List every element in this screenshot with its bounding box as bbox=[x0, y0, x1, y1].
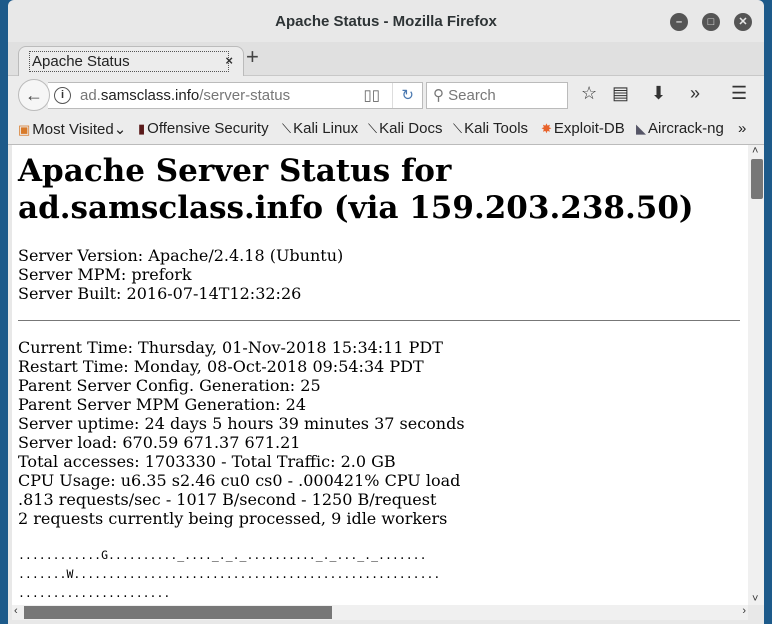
current-time: Current Time: Thursday, 01-Nov-2018 15:3… bbox=[18, 338, 443, 357]
scoreboard-line: ...................... bbox=[18, 586, 171, 600]
title-bar: Apache Status - Mozilla Firefox – □ ✕ bbox=[8, 0, 764, 42]
kali-icon: ⟍ bbox=[282, 121, 292, 136]
folder-icon: ▣ bbox=[18, 122, 31, 137]
search-icon: ⚲ bbox=[433, 87, 444, 104]
total-accesses: Total accesses: 1703330 - Total Traffic:… bbox=[18, 452, 396, 471]
horizontal-scroll-thumb[interactable] bbox=[24, 606, 332, 619]
bookmarks-toolbar: ▣ Most Visited⌄ ▮ Offensive Security ⟍ Kali… bbox=[8, 113, 764, 145]
window-title: Apache Status - Mozilla Firefox bbox=[275, 13, 497, 30]
bookmark-label: Aircrack-ng bbox=[648, 120, 724, 137]
kali-icon: ⟍ bbox=[453, 121, 463, 136]
scoreboard: ............G.........._...._._._.......… bbox=[18, 546, 742, 603]
overflow-icon[interactable]: » bbox=[690, 83, 700, 104]
navigation-bar: i ad.samsclass.info/server-status ▯▯ ↻ ←… bbox=[8, 76, 764, 113]
scroll-down-icon[interactable]: ˅ bbox=[752, 593, 758, 605]
server-uptime: Server uptime: 24 days 5 hours 39 minute… bbox=[18, 414, 465, 433]
bookmark-most-visited[interactable]: ▣ Most Visited⌄ bbox=[18, 120, 126, 138]
scroll-up-icon[interactable]: ˄ bbox=[752, 145, 758, 157]
tab-apache-status[interactable]: Apache Status × bbox=[18, 46, 244, 76]
server-version: Server Version: Apache/2.4.18 (Ubuntu) bbox=[18, 246, 344, 265]
reader-view-icon[interactable]: ▯▯ bbox=[363, 83, 380, 108]
url-bar[interactable]: i ad.samsclass.info/server-status ▯▯ ↻ bbox=[48, 82, 423, 109]
tab-label: Apache Status bbox=[29, 51, 229, 72]
download-icon[interactable]: ⬇ bbox=[651, 83, 666, 104]
search-input[interactable]: ⚲ Search bbox=[426, 82, 568, 109]
bookmarks-overflow-icon[interactable]: » bbox=[738, 120, 746, 137]
minimize-button[interactable]: – bbox=[670, 13, 688, 31]
maximize-button[interactable]: □ bbox=[702, 13, 720, 31]
bookmark-star-icon[interactable]: ☆ bbox=[581, 83, 597, 104]
server-info: Server Version: Apache/2.4.18 (Ubuntu) S… bbox=[18, 246, 742, 303]
url-prefix: ad. bbox=[80, 87, 101, 104]
kali-icon: ⟍ bbox=[368, 121, 378, 136]
info-icon[interactable]: i bbox=[54, 87, 71, 104]
new-tab-button[interactable]: + bbox=[246, 44, 259, 70]
exploitdb-icon: ✸ bbox=[541, 121, 552, 136]
vertical-scroll-thumb[interactable] bbox=[751, 159, 763, 199]
page-heading: Apache Server Status for ad.samsclass.in… bbox=[18, 153, 694, 226]
server-load: Server load: 670.59 671.37 671.21 bbox=[18, 433, 301, 452]
url-domain: samsclass.info bbox=[100, 87, 200, 104]
aircrack-icon: ◣ bbox=[636, 121, 646, 136]
vertical-scrollbar[interactable]: ˄ ˅ bbox=[748, 145, 764, 605]
close-window-button[interactable]: ✕ bbox=[734, 13, 752, 31]
restart-time: Restart Time: Monday, 08-Oct-2018 09:54:… bbox=[18, 357, 424, 376]
scroll-left-icon[interactable]: ‹ bbox=[14, 605, 18, 617]
divider bbox=[18, 320, 740, 321]
request-rate: .813 requests/sec - 1017 B/second - 1250… bbox=[18, 490, 437, 509]
mpm-generation: Parent Server MPM Generation: 24 bbox=[18, 395, 306, 414]
clipboard-icon[interactable]: ▤ bbox=[612, 83, 629, 104]
page-content: Apache Server Status for ad.samsclass.in… bbox=[12, 145, 748, 605]
server-built: Server Built: 2016-07-14T12:32:26 bbox=[18, 284, 302, 303]
menu-icon[interactable]: ☰ bbox=[731, 83, 747, 104]
bookmark-label: Kali Docs bbox=[379, 120, 443, 137]
bookmark-offensive-security[interactable]: ▮ Offensive Security bbox=[138, 120, 269, 137]
bookmark-label: Exploit-DB bbox=[553, 120, 625, 137]
server-mpm: Server MPM: prefork bbox=[18, 265, 192, 284]
tab-bar: Apache Status × + bbox=[8, 42, 764, 76]
bookmark-label: Most Visited bbox=[32, 121, 114, 138]
bookmark-kali-linux[interactable]: ⟍ Kali Linux bbox=[282, 120, 358, 137]
bookmark-aircrack-ng[interactable]: ◣ Aircrack-ng bbox=[636, 120, 724, 137]
server-stats: Current Time: Thursday, 01-Nov-2018 15:3… bbox=[18, 338, 742, 528]
url-path: /server-status bbox=[199, 87, 291, 104]
cpu-usage: CPU Usage: u6.35 s2.46 cu0 cs0 - .000421… bbox=[18, 471, 461, 490]
scoreboard-line: .......W................................… bbox=[18, 567, 441, 581]
horizontal-scrollbar[interactable]: ‹ › bbox=[12, 605, 748, 620]
back-button[interactable]: ← bbox=[18, 79, 50, 111]
bookmark-label: Offensive Security bbox=[147, 120, 269, 137]
browser-window: Apache Status - Mozilla Firefox – □ ✕ Ap… bbox=[8, 0, 764, 624]
reload-icon[interactable]: ↻ bbox=[392, 83, 414, 108]
bookmark-exploit-db[interactable]: ✸ Exploit-DB bbox=[541, 120, 625, 137]
request-workers: 2 requests currently being processed, 9 … bbox=[18, 509, 448, 528]
bookmark-kali-docs[interactable]: ⟍ Kali Docs bbox=[368, 120, 442, 137]
search-placeholder: Search bbox=[448, 87, 496, 104]
bookmark-label: Kali Linux bbox=[293, 120, 359, 137]
bookmark-label: Kali Tools bbox=[464, 120, 529, 137]
scoreboard-line: ............G.........._...._._._.......… bbox=[18, 548, 427, 562]
config-generation: Parent Server Config. Generation: 25 bbox=[18, 376, 321, 395]
offsec-icon: ▮ bbox=[138, 121, 146, 136]
scroll-right-icon[interactable]: › bbox=[742, 605, 746, 617]
bookmark-kali-tools[interactable]: ⟍ Kali Tools bbox=[453, 120, 528, 137]
close-tab-icon[interactable]: × bbox=[225, 53, 233, 68]
